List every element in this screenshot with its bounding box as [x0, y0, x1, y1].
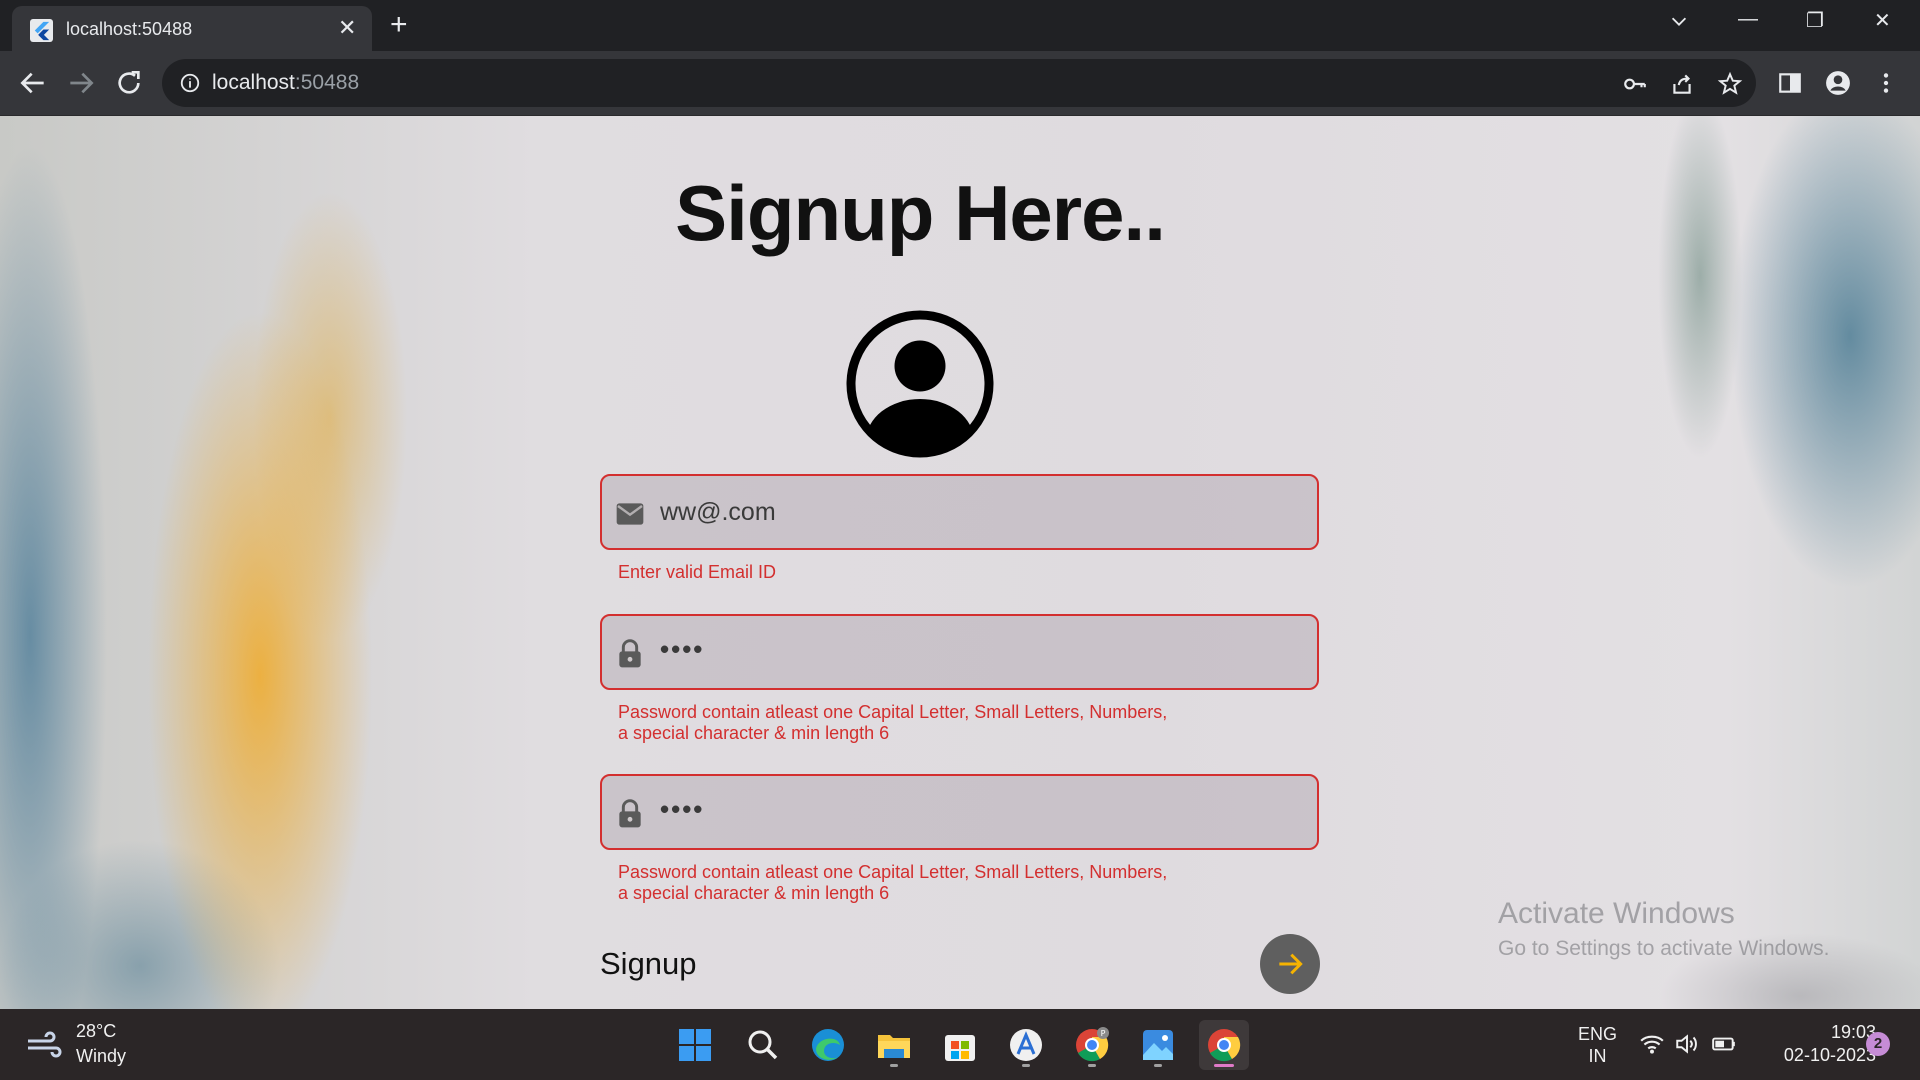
bookmark-star-icon[interactable]	[1717, 71, 1743, 97]
email-envelope-icon	[616, 503, 644, 525]
more-menu-icon[interactable]	[1873, 70, 1899, 96]
browser-toolbar: localhost:50488	[0, 51, 1920, 116]
active-indicator	[1214, 1064, 1234, 1067]
taskbar-chrome[interactable]	[1199, 1020, 1249, 1070]
edge-browser-icon	[812, 1029, 844, 1061]
profile-avatar-icon[interactable]	[1825, 70, 1851, 96]
tab-search-chevron-down-icon[interactable]	[1668, 10, 1690, 32]
signup-submit-button[interactable]	[1260, 934, 1320, 994]
taskbar-photos[interactable]	[1133, 1020, 1183, 1070]
site-info-icon[interactable]	[179, 72, 201, 94]
account-circle-icon[interactable]	[845, 309, 995, 459]
chrome-profile-icon: P	[1076, 1027, 1109, 1062]
email-field[interactable]: ww@.com	[600, 474, 1319, 550]
browser-tab[interactable]: localhost:50488 ✕	[12, 6, 372, 51]
side-panel-icon[interactable]	[1777, 70, 1803, 96]
volume-icon[interactable]	[1674, 1031, 1700, 1057]
windows-logo-icon	[679, 1029, 711, 1061]
close-window-button[interactable]: ✕	[1874, 8, 1891, 33]
weather-temperature[interactable]: 28°C	[76, 1021, 116, 1042]
taskbar-app-installer[interactable]	[1001, 1020, 1051, 1070]
notification-count-badge[interactable]: 2	[1866, 1032, 1890, 1056]
running-indicator	[1022, 1064, 1030, 1067]
running-indicator	[1088, 1064, 1096, 1067]
password-error-text: Password contain atleast one Capital Let…	[618, 702, 1168, 743]
photos-icon	[1143, 1030, 1173, 1060]
system-clock[interactable]: 19:03 02-10-2023	[1746, 1021, 1876, 1067]
running-indicator	[890, 1064, 898, 1067]
chrome-icon	[1208, 1029, 1241, 1062]
input-language[interactable]: ENG IN	[1578, 1023, 1617, 1067]
taskbar-chrome-profile[interactable]: P	[1067, 1020, 1117, 1070]
tab-title: localhost:50488	[66, 19, 193, 39]
email-error-text: Enter valid Email ID	[618, 562, 777, 582]
lock-icon	[619, 639, 641, 668]
start-button[interactable]	[670, 1020, 720, 1070]
minimize-button[interactable]: —	[1738, 8, 1758, 31]
windows-taskbar: 28°C Windy P ENG IN 19:03 02-10-2023 2	[0, 1009, 1920, 1080]
lock-icon	[619, 799, 641, 828]
confirm-password-input[interactable]: ••••	[660, 794, 704, 825]
url-text[interactable]: localhost:50488	[212, 71, 359, 95]
svg-text:P: P	[1101, 1029, 1106, 1038]
confirm-password-error-text: Password contain atleast one Capital Let…	[618, 862, 1168, 903]
app-installer-icon	[1010, 1029, 1042, 1061]
key-icon[interactable]	[1622, 71, 1648, 97]
tab-close-icon[interactable]: ✕	[338, 16, 356, 40]
flutter-favicon-icon	[30, 19, 53, 42]
password-input[interactable]: ••••	[660, 634, 704, 665]
activate-windows-watermark: Activate Windows Go to Settings to activ…	[1498, 897, 1830, 960]
forward-arrow-icon[interactable]	[65, 67, 97, 99]
tab-strip: localhost:50488 ✕ + — ❐ ✕	[0, 0, 1920, 51]
store-icon	[945, 1035, 975, 1061]
taskbar-microsoft-store[interactable]	[935, 1020, 985, 1070]
taskbar-edge[interactable]	[803, 1020, 853, 1070]
email-input[interactable]: ww@.com	[660, 498, 776, 527]
back-arrow-icon[interactable]	[17, 67, 49, 99]
arrow-right-icon	[1279, 953, 1303, 975]
wifi-icon[interactable]	[1639, 1031, 1665, 1057]
reload-icon[interactable]	[113, 67, 145, 99]
address-bar[interactable]: localhost:50488	[162, 59, 1756, 107]
weather-description[interactable]: Windy	[76, 1046, 126, 1067]
share-icon[interactable]	[1669, 71, 1695, 97]
confirm-password-field[interactable]: ••••	[600, 774, 1319, 850]
running-indicator	[1154, 1064, 1162, 1067]
search-icon	[748, 1030, 778, 1060]
password-field[interactable]: ••••	[600, 614, 1319, 690]
battery-icon[interactable]	[1711, 1031, 1737, 1057]
page-title: Signup Here..	[675, 169, 1166, 257]
signup-label: Signup	[600, 946, 697, 981]
taskbar-file-explorer[interactable]	[869, 1020, 919, 1070]
windy-weather-icon[interactable]	[26, 1029, 62, 1059]
new-tab-button[interactable]: +	[390, 10, 408, 40]
restore-button[interactable]: ❐	[1806, 8, 1824, 33]
taskbar-search-button[interactable]	[737, 1020, 787, 1070]
folder-icon	[878, 1035, 910, 1058]
signup-page: Signup Here.. ww@.com Enter valid Email …	[0, 116, 1920, 1009]
